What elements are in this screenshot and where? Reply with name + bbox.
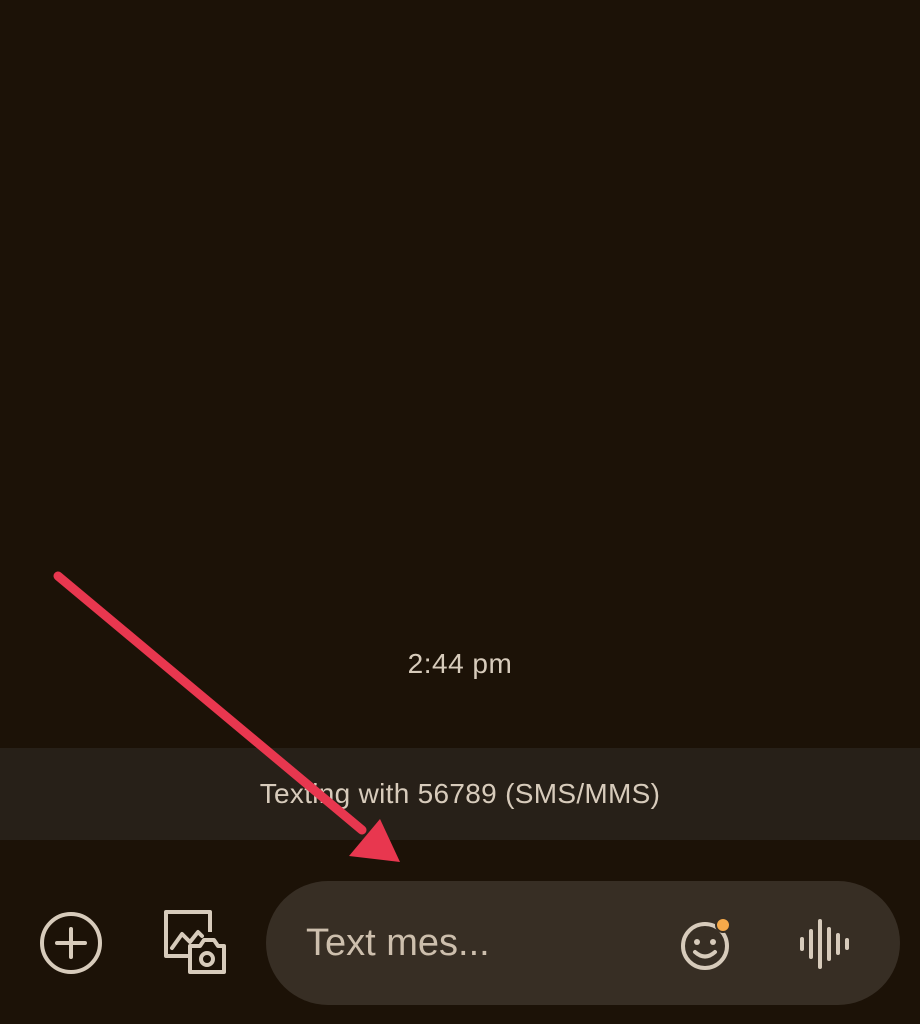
emoji-button[interactable] — [678, 915, 736, 973]
compose-bar — [266, 881, 900, 1005]
emoji-icon — [681, 917, 731, 970]
add-attachment-button[interactable] — [38, 910, 104, 976]
message-timestamp: 2:44 pm — [407, 648, 513, 679]
voice-waveform-icon — [800, 919, 849, 969]
message-input[interactable] — [306, 913, 646, 973]
sms-info-banner: Texting with 56789 (SMS/MMS) — [0, 748, 920, 840]
gallery-camera-icon — [164, 910, 226, 974]
gallery-button[interactable] — [160, 906, 230, 976]
voice-message-button[interactable] — [796, 917, 852, 971]
annotation-arrow — [53, 571, 400, 862]
sms-info-banner-text: Texting with 56789 (SMS/MMS) — [259, 778, 661, 809]
add-circle-icon — [40, 912, 102, 974]
messaging-screen: 2:44 pm Texting with 56789 (SMS/MMS) — [0, 0, 920, 1024]
